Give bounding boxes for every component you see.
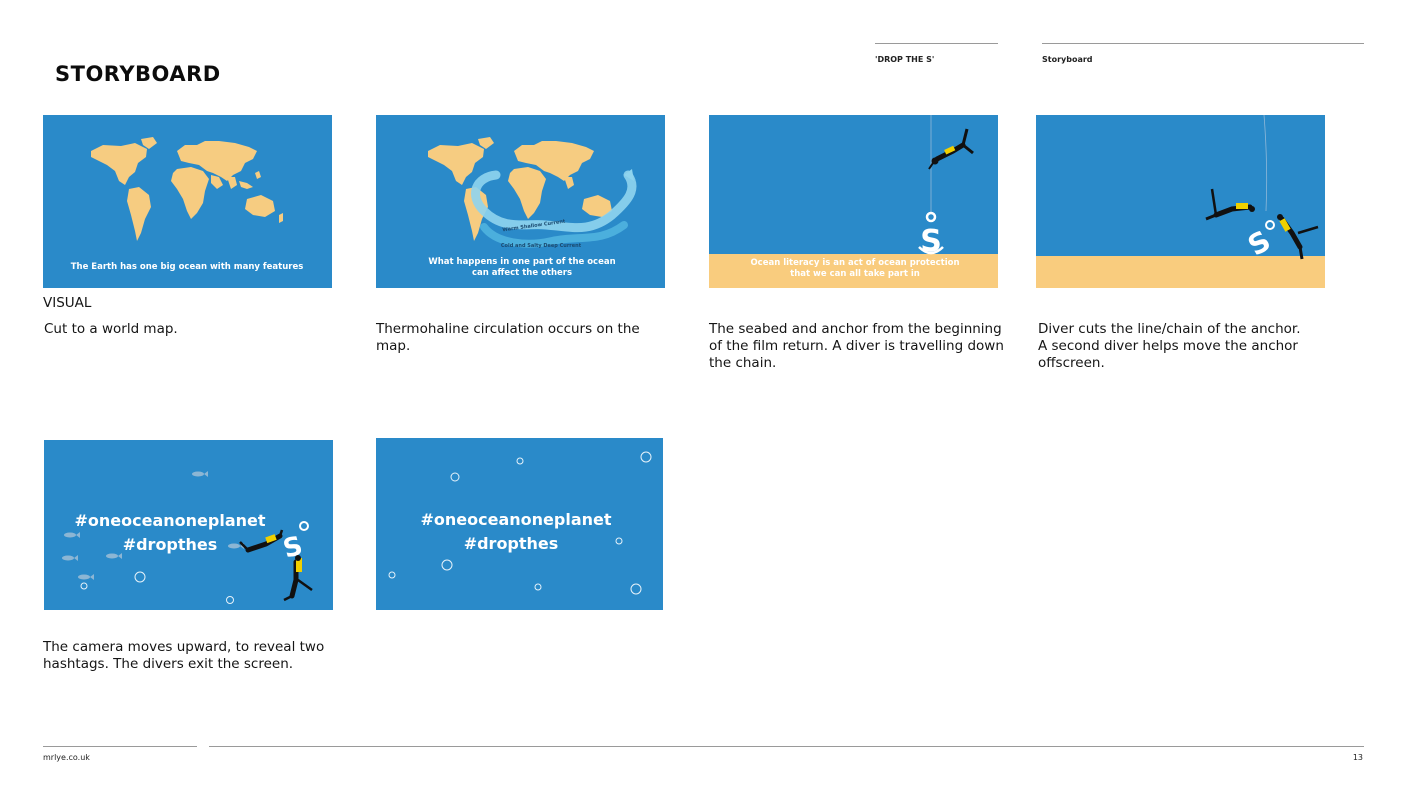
caption-line: A second diver helps move the anchor <box>1038 338 1298 354</box>
diver-icon-1 <box>1205 188 1255 221</box>
anchor-icon: S <box>280 521 309 565</box>
storyboard-frame-1: The Earth has one big ocean with many fe… <box>43 115 332 288</box>
header-rule-section <box>1042 43 1364 44</box>
frame-6-illustration: #oneoceanoneplanet #dropthes <box>388 451 652 595</box>
frame-5-illustration: #oneoceanoneplanet #dropthes S <box>62 471 313 604</box>
caption-line: Cut to a world map. <box>44 321 178 337</box>
frame-3-overlay-line-1: Ocean literacy is an act of ocean protec… <box>750 258 959 268</box>
caption-line: of the film return. A diver is travellin… <box>709 338 1004 354</box>
anchor-icon: S <box>918 211 944 259</box>
page-title: STORYBOARD <box>55 62 221 86</box>
footer-rule-right <box>209 746 1364 747</box>
storyboard-frame-3: S Ocean literacy is an act of ocean prot… <box>709 115 998 288</box>
storyboard-frame-5: #oneoceanoneplanet #dropthes S <box>44 440 333 610</box>
hashtag-dropthes: #dropthes <box>464 534 559 553</box>
frame-2-illustration: Warm Shallow Current Cold and Salty Deep… <box>428 137 637 278</box>
hashtag-oneoceanoneplanet: #oneoceanoneplanet <box>420 510 611 529</box>
diver-icon <box>928 128 974 170</box>
storyboard-frame-4: S <box>1036 115 1325 288</box>
diver-icon-1 <box>239 529 284 553</box>
frame-5-caption: The camera moves upward, to reveal two h… <box>43 639 343 673</box>
svg-text:S: S <box>280 531 306 565</box>
frame-3-overlay-line-2: that we can all take part in <box>790 269 920 279</box>
frame-1-caption: Cut to a world map. <box>44 321 344 338</box>
frame-3-caption: The seabed and anchor from the beginning… <box>709 321 1019 372</box>
project-label: 'DROP THE S' <box>875 55 935 64</box>
caption-line: Thermohaline circulation occurs on the <box>376 321 640 337</box>
world-map <box>91 137 283 241</box>
page-number: 13 <box>1352 753 1363 762</box>
frame-4-caption: Diver cuts the line/chain of the anchor.… <box>1038 321 1338 372</box>
caption-line: map. <box>376 338 411 354</box>
frame-1-overlay-text: The Earth has one big ocean with many fe… <box>71 262 304 272</box>
header-rule-project <box>875 43 998 44</box>
frame-1-illustration: The Earth has one big ocean with many fe… <box>71 137 304 272</box>
diver-icon-2 <box>1277 214 1319 260</box>
caption-line: the chain. <box>709 355 777 371</box>
storyboard-frame-2: Warm Shallow Current Cold and Salty Deep… <box>376 115 665 288</box>
caption-line: offscreen. <box>1038 355 1105 371</box>
visual-label: VISUAL <box>43 295 92 311</box>
hashtag-dropthes: #dropthes <box>123 535 218 554</box>
caption-line: Diver cuts the line/chain of the anchor. <box>1038 321 1301 337</box>
caption-line: hashtags. The divers exit the screen. <box>43 656 294 672</box>
frame-2-overlay-line-2: can affect the others <box>472 268 572 278</box>
bubbles <box>80 571 234 604</box>
section-label: Storyboard <box>1042 55 1093 64</box>
frame-2-caption: Thermohaline circulation occurs on the m… <box>376 321 676 355</box>
anchor-chain <box>1263 115 1268 212</box>
frame-3-illustration: S Ocean literacy is an act of ocean prot… <box>709 115 998 288</box>
caption-line: The camera moves upward, to reveal two <box>43 639 325 655</box>
frame-2-overlay-line-1: What happens in one part of the ocean <box>428 257 615 267</box>
storyboard-frame-6: #oneoceanoneplanet #dropthes <box>376 438 663 610</box>
frame-4-illustration: S <box>1036 115 1325 288</box>
cold-current-label: Cold and Salty Deep Current <box>501 243 582 249</box>
hashtag-oneoceanoneplanet: #oneoceanoneplanet <box>74 511 265 530</box>
caption-line: The seabed and anchor from the beginning <box>709 321 1002 337</box>
footer-rule-left <box>43 746 197 747</box>
seabed <box>1036 256 1325 288</box>
footer-site: mrlye.co.uk <box>43 753 90 762</box>
